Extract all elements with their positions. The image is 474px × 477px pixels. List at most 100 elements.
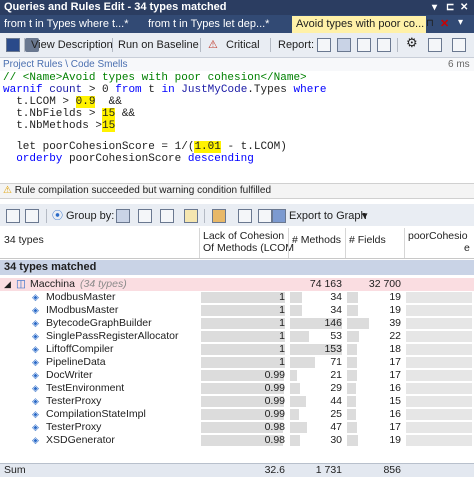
poor-cohesion-bar — [406, 409, 472, 420]
results-header: 34 types Lack of Cohesion Of Methods (LC… — [0, 228, 474, 259]
close-icon[interactable]: ✕ — [460, 0, 468, 15]
table-row[interactable]: ◈ XSDGenerator 0.98 30 19 — [0, 434, 474, 447]
export-doc-icon[interactable] — [238, 209, 252, 223]
compile-status-text: Rule compilation succeeded but warning c… — [14, 185, 272, 196]
namespace-count: (34 types) — [80, 278, 127, 290]
column-header-poor-cohesion[interactable]: poorCohesio e — [408, 230, 470, 254]
column-header-types[interactable]: 34 types — [4, 234, 44, 246]
separator — [24, 38, 25, 52]
export-to-graph-button[interactable]: Export to Graph — [289, 208, 367, 224]
namespace-row[interactable]: ◢ ◫ Macchina (34 types) 74 163 32 700 — [0, 278, 474, 291]
dropdown-icon[interactable]: ▾ — [432, 0, 437, 15]
lcom-header-line-1: Lack of Cohesion — [203, 230, 285, 242]
code-line-3: t.LCOM > 0.9 && — [3, 96, 122, 109]
table-row[interactable]: ◈ DocWriter 0.99 21 17 — [0, 369, 474, 382]
tab-query-1[interactable]: from t in Types where t...* — [0, 16, 140, 33]
table-row[interactable]: ◈ TesterProxy 0.99 44 15 — [0, 395, 474, 408]
column-divider[interactable] — [404, 228, 405, 258]
type-name: PipelineData — [46, 356, 106, 368]
group-by-tree-icon[interactable] — [138, 209, 152, 223]
warning-icon: ⚠ — [3, 185, 12, 196]
table-row[interactable]: ◈ PipelineData 1 71 17 — [0, 356, 474, 369]
tab-avoid-types[interactable]: Avoid types with poor co... — [292, 16, 426, 33]
tab-pin-icon[interactable]: ⊓ — [426, 18, 434, 29]
class-icon: ◈ — [32, 344, 39, 354]
column-divider[interactable] — [199, 228, 200, 258]
collapse-toggle-icon[interactable]: ◢ — [4, 278, 11, 291]
report-doc-selected-icon[interactable] — [337, 38, 351, 52]
table-row[interactable]: ◈ IModbusMaster 1 34 19 — [0, 304, 474, 317]
methods-value: 153 — [324, 343, 342, 355]
type-name: BytecodeGraphBuilder — [46, 317, 152, 329]
table-row[interactable]: ◈ SinglePassRegisterAllocator 1 53 22 — [0, 330, 474, 343]
window-title: Queries and Rules Edit - 34 types matche… — [4, 1, 227, 13]
code-highlight: 15 — [102, 120, 116, 132]
table-row[interactable]: ◈ TestEnvironment 0.99 29 16 — [0, 382, 474, 395]
code-comment: // <Name>Avoid types with poor cohesion<… — [3, 72, 307, 84]
group-by-namespace-icon[interactable] — [116, 209, 130, 223]
column-header-fields[interactable]: # Fields — [349, 234, 386, 246]
table-row[interactable]: ◈ CompilationStateImpl 0.99 25 16 — [0, 408, 474, 421]
code-text: && — [115, 108, 136, 120]
tab-query-2[interactable]: from t in Types let dep...* — [144, 16, 288, 33]
tab-overflow-icon[interactable]: ▾ — [458, 17, 463, 28]
class-icon: ◈ — [32, 383, 39, 393]
type-name: TesterProxy — [46, 421, 102, 433]
window-layout-icon[interactable] — [428, 38, 442, 52]
view-description-button[interactable]: View Description — [31, 37, 113, 53]
tab-label: from t in Types where t...* — [4, 18, 129, 30]
fields-value: 19 — [389, 434, 401, 446]
column-divider[interactable] — [345, 228, 346, 258]
run-on-baseline-button[interactable]: Run on Baseline — [118, 37, 199, 53]
fields-value: 22 — [389, 330, 401, 342]
tab-close-icon[interactable]: ✕ — [440, 17, 449, 30]
class-icon: ◈ — [32, 396, 39, 406]
column-header-methods[interactable]: # Methods — [292, 234, 341, 246]
group-header[interactable]: 34 types matched — [0, 260, 474, 275]
report-doc-error-icon[interactable] — [377, 38, 391, 52]
highlight-icon[interactable] — [184, 209, 198, 223]
export-list-icon[interactable] — [258, 209, 272, 223]
group-by-flat-icon[interactable] — [160, 209, 174, 223]
save-icon[interactable] — [6, 38, 20, 52]
export-dropdown-icon[interactable]: ▾ — [362, 208, 368, 224]
split-view-icon[interactable] — [452, 38, 466, 52]
collapse-all-icon[interactable] — [6, 209, 20, 223]
graph-icon[interactable] — [272, 209, 286, 223]
methods-value: 34 — [330, 304, 342, 316]
code-text: && — [95, 96, 122, 108]
table-row[interactable]: ◈ ModbusMaster 1 34 19 — [0, 291, 474, 304]
fields-value: 17 — [389, 356, 401, 368]
column-header-lcom[interactable]: Lack of Cohesion Of Methods (LCOM — [203, 230, 294, 254]
type-name: IModbusMaster — [46, 304, 119, 316]
query-editor[interactable]: // <Name>Avoid types with poor cohesion<… — [0, 71, 474, 183]
lcom-value: 0.99 — [264, 369, 285, 381]
table-row[interactable]: ◈ TesterProxy 0.98 47 17 — [0, 421, 474, 434]
fields-value: 39 — [389, 317, 401, 329]
critical-toggle[interactable]: Critical — [226, 37, 260, 53]
code-line-1: // <Name>Avoid types with poor cohesion<… — [3, 72, 307, 85]
column-divider[interactable] — [288, 228, 289, 258]
table-row[interactable]: ◈ LiftoffCompiler 1 153 18 — [0, 343, 474, 356]
lcom-header-line-2: Of Methods (LCOM — [203, 242, 295, 254]
type-name: DocWriter — [46, 369, 93, 381]
methods-value: 21 — [330, 369, 342, 381]
gear-icon[interactable]: ⚙ — [406, 35, 418, 51]
fields-value: 16 — [389, 382, 401, 394]
code-keyword: warnif — [3, 84, 50, 96]
sum-fields: 856 — [383, 464, 401, 476]
report-doc-warning-icon[interactable] — [357, 38, 371, 52]
pin-icon[interactable]: ⊏ — [446, 0, 454, 15]
expand-all-icon[interactable] — [25, 209, 39, 223]
poor-cohesion-bar — [406, 292, 472, 303]
table-row[interactable]: ◈ BytecodeGraphBuilder 1 146 39 — [0, 317, 474, 330]
code-line-2: warnif count > 0 from t in JustMyCode.Ty… — [3, 84, 327, 97]
group-label: 34 types matched — [4, 261, 97, 273]
breadcrumb-path[interactable]: Project Rules \ Code Smells — [0, 59, 128, 70]
code-identifier: count — [49, 84, 83, 96]
report-doc-icon[interactable] — [317, 38, 331, 52]
code-keyword: where — [293, 84, 327, 96]
folder-icon[interactable] — [212, 209, 226, 223]
poor-cohesion-bar — [406, 331, 472, 342]
code-highlight: 0.9 — [75, 96, 96, 108]
